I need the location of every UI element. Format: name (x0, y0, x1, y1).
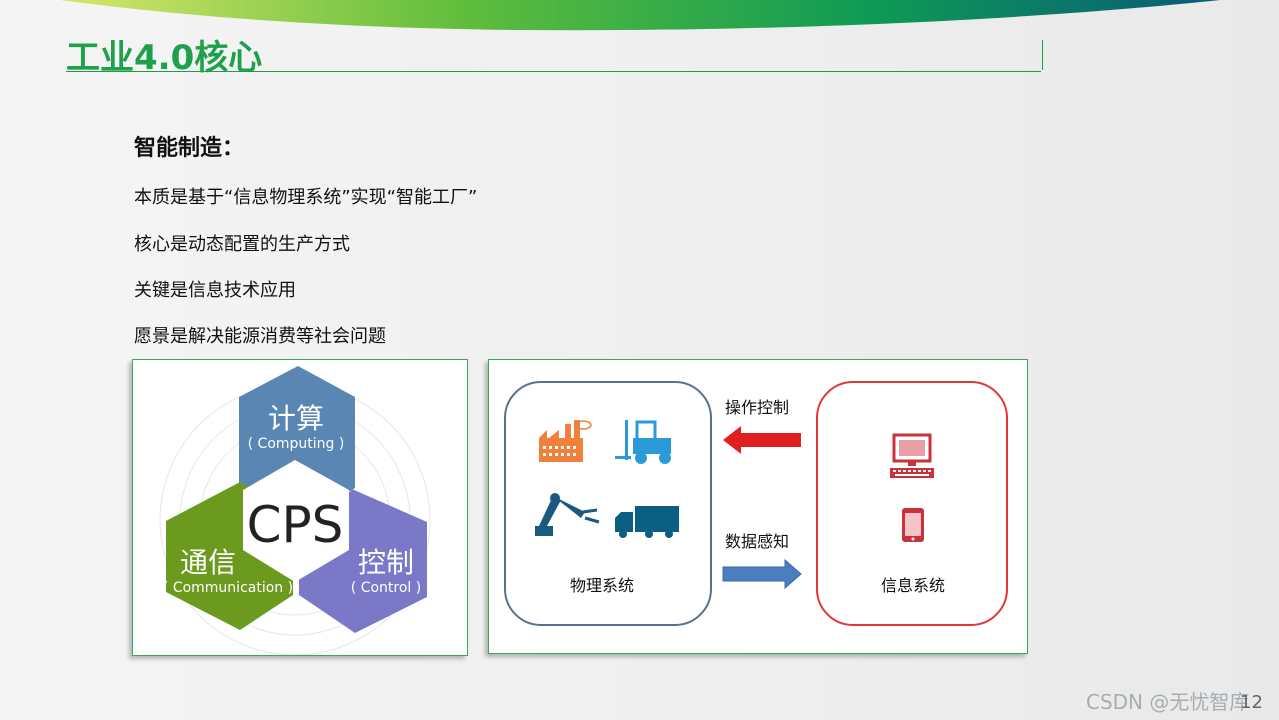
section-heading: 智能制造： (134, 136, 245, 161)
title-divider-tick (1042, 40, 1043, 70)
smartphone-icon (902, 508, 924, 542)
cps-diagram-panel: CPS 计算 ( Computing ) 通信 ( Communication … (132, 359, 468, 656)
bullet-text: 关键是信息技术应用 (134, 280, 296, 301)
communication-subtitle: ( Communication ) (163, 580, 293, 596)
control-title: 控制 (358, 546, 414, 579)
computing-title: 计算 (268, 402, 324, 435)
operate-control-arrow (723, 426, 801, 454)
data-sensing-label: 数据感知 (725, 532, 789, 551)
title-divider (66, 71, 1041, 72)
cps-diagram: CPS 计算 ( Computing ) 通信 ( Communication … (159, 366, 431, 655)
info-system-label: 信息系统 (881, 576, 945, 595)
system-diagram-panel: 物理系统 操作控制 数据感知 信息系统 (488, 359, 1028, 654)
computing-subtitle: ( Computing ) (248, 436, 345, 452)
bullet-text: 核心是动态配置的生产方式 (134, 234, 350, 255)
system-diagram: 物理系统 操作控制 数据感知 信息系统 (504, 381, 1008, 626)
bullet-text: 本质是基于“信息物理系统”实现“智能工厂” (134, 187, 478, 208)
data-sensing-arrow (722, 558, 802, 590)
communication-title: 通信 (180, 546, 236, 579)
cps-center-label: CPS (247, 496, 344, 554)
bullet-text: 愿景是解决能源消费等社会问题 (134, 326, 386, 347)
physical-system-label: 物理系统 (570, 576, 634, 595)
operate-control-label: 操作控制 (725, 398, 789, 417)
control-subtitle: ( Control ) (351, 580, 421, 596)
page-number: 12 (1240, 692, 1263, 713)
watermark: CSDN @无忧智库 (1086, 690, 1250, 714)
